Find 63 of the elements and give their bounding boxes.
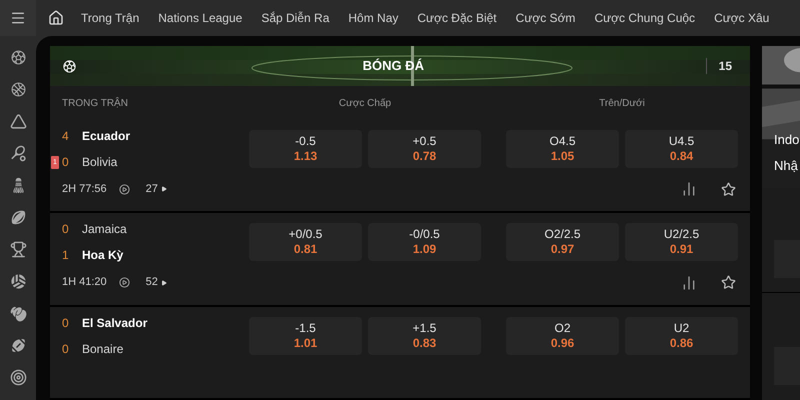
- column-header: TRONG TRẬN: [62, 96, 129, 110]
- team-name: Hoa Kỳ: [82, 247, 124, 264]
- nav-link[interactable]: Cược Đặc Biệt: [417, 9, 497, 27]
- trophy-icon[interactable]: [10, 241, 26, 258]
- odds-button[interactable]: U2 0.86: [625, 316, 738, 355]
- home-icon[interactable]: [48, 10, 64, 26]
- play-icon[interactable]: [118, 184, 130, 195]
- news-headline: Nhậ: [774, 158, 799, 174]
- odds-button[interactable]: -0.5 1.13: [249, 130, 362, 168]
- nav-link[interactable]: Cược Chung Cuộc: [594, 9, 696, 27]
- team-score: 1: [62, 247, 70, 264]
- star-icon[interactable]: [721, 182, 736, 197]
- odds-button[interactable]: U4.5 0.84: [625, 130, 738, 168]
- volleyball-icon[interactable]: [10, 273, 26, 290]
- nav-link[interactable]: Sắp Diễn Ra: [261, 9, 330, 27]
- team-score: 0: [62, 221, 70, 238]
- basketball-icon[interactable]: [10, 81, 26, 98]
- section-title: BÓNG ĐÁ: [362, 57, 424, 76]
- bar-chart-icon[interactable]: [681, 181, 697, 198]
- bar-chart-icon[interactable]: [681, 274, 697, 291]
- soccer-ball-icon[interactable]: [10, 49, 26, 66]
- team-name: Ecuador: [82, 128, 130, 145]
- menu-icon[interactable]: [10, 10, 26, 26]
- column-header: Trên/Dưới: [598, 96, 646, 110]
- team-name: El Salvador: [82, 314, 148, 332]
- nav-link[interactable]: Cược Sớm: [516, 9, 576, 27]
- caret-icon: [160, 186, 167, 192]
- column-header: Cược Chấp: [338, 96, 392, 110]
- tennis-racket-icon[interactable]: [10, 145, 26, 162]
- odds-button[interactable]: +0/0.5 0.81: [249, 223, 362, 262]
- team-name: Jamaica: [82, 221, 127, 238]
- odds-button[interactable]: O2 0.96: [506, 316, 619, 355]
- odds-button[interactable]: -0/0.5 1.09: [368, 223, 481, 262]
- team-score: 4: [62, 128, 70, 145]
- american-football-icon[interactable]: [10, 337, 26, 354]
- match-time: 1H 41:20: [62, 275, 107, 290]
- nav-link[interactable]: Hôm Nay: [348, 9, 398, 27]
- boxing-glove-icon[interactable]: [10, 305, 26, 322]
- team-score: 0: [62, 340, 70, 358]
- triangle-icon[interactable]: [10, 113, 26, 130]
- match-time: 2H 77:56: [62, 182, 107, 198]
- caret-icon: [160, 280, 167, 286]
- team-name: Bolivia: [82, 154, 118, 171]
- odds-button[interactable]: -1.5 1.01: [249, 316, 362, 355]
- soccer-ball-icon: [62, 58, 77, 74]
- odds-button[interactable]: O4.5 1.05: [506, 130, 619, 168]
- odds-button[interactable]: O2/2.5 0.97: [506, 223, 619, 262]
- play-icon[interactable]: [118, 277, 130, 288]
- market-count-link[interactable]: 52: [146, 274, 167, 291]
- nav-link[interactable]: Nations League: [158, 9, 242, 27]
- news-headline: Indo: [774, 132, 800, 148]
- team-score: 0: [62, 154, 70, 171]
- market-count-link[interactable]: 27: [146, 181, 167, 198]
- odds-button[interactable]: +0.5 0.78: [368, 130, 481, 168]
- nav-link[interactable]: Trong Trận: [81, 9, 140, 27]
- nav-link[interactable]: Cược Xâu: [714, 9, 770, 27]
- odds-button[interactable]: +1.5 0.83: [368, 316, 481, 355]
- team-name: Bonaire: [82, 340, 124, 358]
- team-score: 0: [62, 314, 70, 332]
- target-icon[interactable]: [10, 369, 26, 386]
- star-icon[interactable]: [721, 275, 736, 290]
- match-count: 15: [718, 58, 732, 75]
- odds-button[interactable]: U2/2.5 0.91: [625, 223, 738, 262]
